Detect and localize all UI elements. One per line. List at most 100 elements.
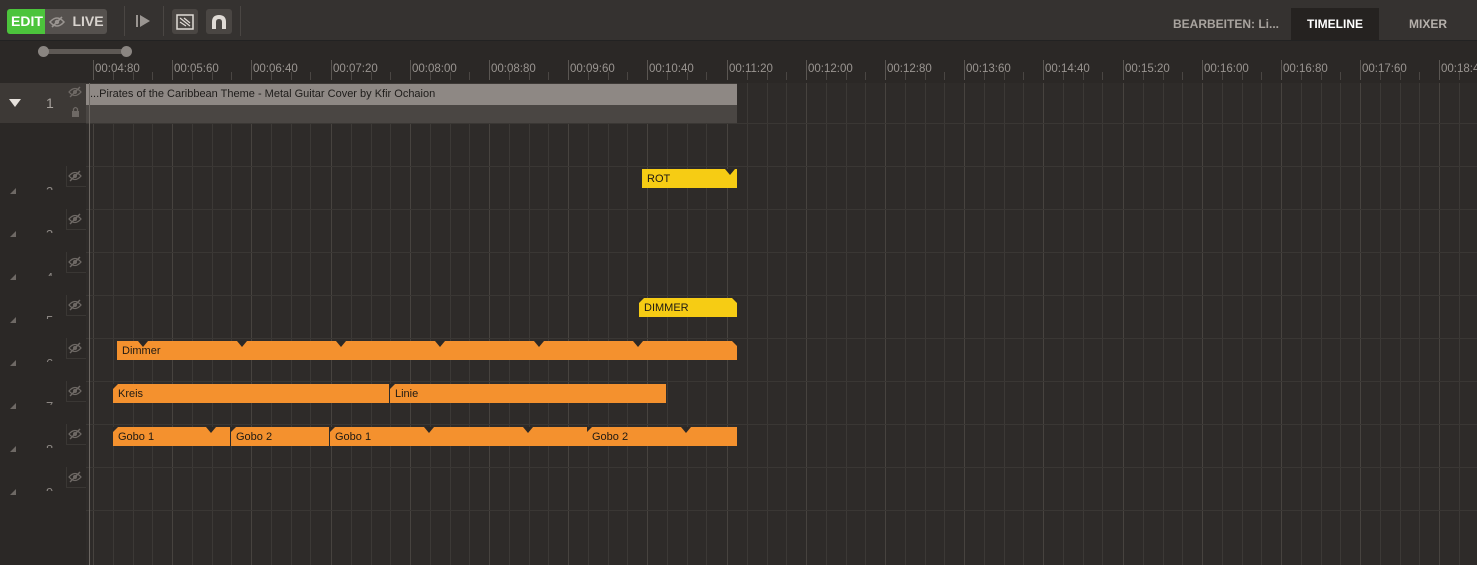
grid-line — [1261, 83, 1262, 565]
collapse-triangle-icon[interactable] — [9, 99, 21, 107]
grid-line — [905, 83, 906, 565]
track-header-5[interactable]: 5 — [0, 295, 86, 338]
ruler-tick — [806, 60, 807, 80]
track-header-2[interactable]: 2 — [0, 166, 86, 209]
grid-line — [964, 83, 965, 565]
playhead[interactable] — [89, 83, 90, 565]
tab-mixer[interactable]: MIXER — [1379, 8, 1477, 40]
eye-slash-icon[interactable] — [68, 342, 82, 354]
effect-clip-dimmer-sequence[interactable]: Dimmer — [117, 341, 737, 360]
lock-icon[interactable] — [71, 106, 80, 117]
cue-marker[interactable] — [424, 427, 434, 433]
grid-line — [271, 83, 272, 565]
ruler-minor-tick — [667, 72, 668, 80]
track-header-9[interactable]: 9 — [0, 467, 86, 510]
expand-triangle-icon[interactable] — [10, 403, 16, 409]
ruler-minor-tick — [1182, 72, 1183, 80]
ruler-minor-tick — [113, 72, 114, 80]
grid-line — [212, 83, 213, 565]
cue-marker[interactable] — [523, 427, 533, 433]
effect-clip-dimmer[interactable]: DIMMER — [639, 298, 737, 317]
track-separator — [86, 209, 1477, 210]
grid-line — [667, 83, 668, 565]
track-header-4[interactable]: 4 — [0, 252, 86, 295]
grid-line — [371, 83, 372, 565]
zoom-slider-start-handle[interactable] — [38, 46, 49, 57]
grid-line — [529, 83, 530, 565]
effect-clip-gobo-1[interactable]: Gobo 1 — [330, 427, 587, 446]
effect-clip-rot[interactable]: ROT — [642, 169, 737, 188]
ruler-tick — [964, 60, 965, 80]
grid-line — [1439, 83, 1440, 565]
effect-clip-gobo-2[interactable]: Gobo 2 — [231, 427, 329, 446]
eye-slash-icon[interactable] — [68, 213, 82, 225]
expand-triangle-icon[interactable] — [10, 188, 16, 194]
track-separator — [86, 252, 1477, 253]
track-number: 4 — [46, 266, 53, 276]
cue-marker[interactable] — [435, 341, 445, 347]
track-header-1[interactable]: 1 — [0, 83, 86, 123]
edit-target-label[interactable]: BEARBEITEN: Li... — [1173, 17, 1291, 31]
effect-clip-linie[interactable]: Linie — [390, 384, 666, 403]
clip-corner — [330, 427, 335, 432]
ruler-minor-tick — [1163, 72, 1164, 80]
cue-marker[interactable] — [681, 427, 691, 433]
expand-triangle-icon[interactable] — [10, 231, 16, 237]
grid-line — [93, 83, 94, 565]
expand-triangle-icon[interactable] — [10, 360, 16, 366]
time-ruler[interactable] — [0, 41, 1477, 83]
eye-slash-icon[interactable] — [68, 428, 82, 440]
cue-marker[interactable] — [534, 341, 544, 347]
eye-slash-icon[interactable] — [68, 471, 82, 483]
ruler-minor-tick — [706, 72, 707, 80]
grid-line — [1163, 83, 1164, 565]
grid-line — [351, 83, 352, 565]
header-divider — [66, 424, 67, 444]
grid-line — [1321, 83, 1322, 565]
tab-timeline[interactable]: TIMELINE — [1291, 8, 1379, 40]
ruler-tick — [1123, 60, 1124, 80]
ruler-minor-tick — [767, 72, 768, 80]
effect-clip-gobo-2[interactable]: Gobo 2 — [587, 427, 737, 446]
eye-slash-icon[interactable] — [68, 299, 82, 311]
grid-line — [548, 83, 549, 565]
ruler-tick — [1043, 60, 1044, 80]
zoom-slider-end-handle[interactable] — [121, 46, 132, 57]
eye-slash-icon[interactable] — [68, 86, 82, 98]
clip-corner — [113, 427, 118, 432]
cue-marker[interactable] — [206, 427, 216, 433]
track-header-6[interactable]: 6 — [0, 338, 86, 381]
clip-corner — [732, 298, 737, 303]
expand-triangle-icon[interactable] — [10, 446, 16, 452]
cue-marker[interactable] — [725, 169, 735, 175]
snap-button[interactable] — [206, 9, 232, 34]
zoom-slider-track[interactable] — [42, 49, 128, 54]
live-mode-button[interactable]: LIVE — [69, 9, 107, 34]
track-header-3[interactable]: 3 — [0, 209, 86, 252]
grid-view-button[interactable] — [172, 9, 198, 34]
grid-line — [1043, 83, 1044, 565]
toolbar-divider — [163, 6, 164, 36]
eye-slash-icon[interactable] — [68, 385, 82, 397]
grid-line — [1340, 83, 1341, 565]
effect-clip-kreis[interactable]: Kreis — [113, 384, 389, 403]
ruler-tick — [647, 60, 648, 80]
header-divider — [66, 487, 86, 488]
track-header-7[interactable]: 7 — [0, 381, 86, 424]
grid-line — [410, 83, 411, 565]
expand-triangle-icon[interactable] — [10, 274, 16, 280]
play-icon[interactable] — [134, 12, 152, 30]
ruler-minor-tick — [1419, 72, 1420, 80]
cue-marker[interactable] — [138, 341, 148, 347]
header-divider — [66, 166, 67, 186]
expand-triangle-icon[interactable] — [10, 489, 16, 495]
eye-slash-icon[interactable] — [68, 170, 82, 182]
eye-slash-icon[interactable] — [68, 256, 82, 268]
cue-marker[interactable] — [336, 341, 346, 347]
hide-toggle-button[interactable] — [45, 9, 69, 34]
expand-triangle-icon[interactable] — [10, 317, 16, 323]
cue-marker[interactable] — [237, 341, 247, 347]
edit-mode-button[interactable]: EDIT — [7, 9, 45, 34]
cue-marker[interactable] — [633, 341, 643, 347]
track-header-8[interactable]: 8 — [0, 424, 86, 467]
